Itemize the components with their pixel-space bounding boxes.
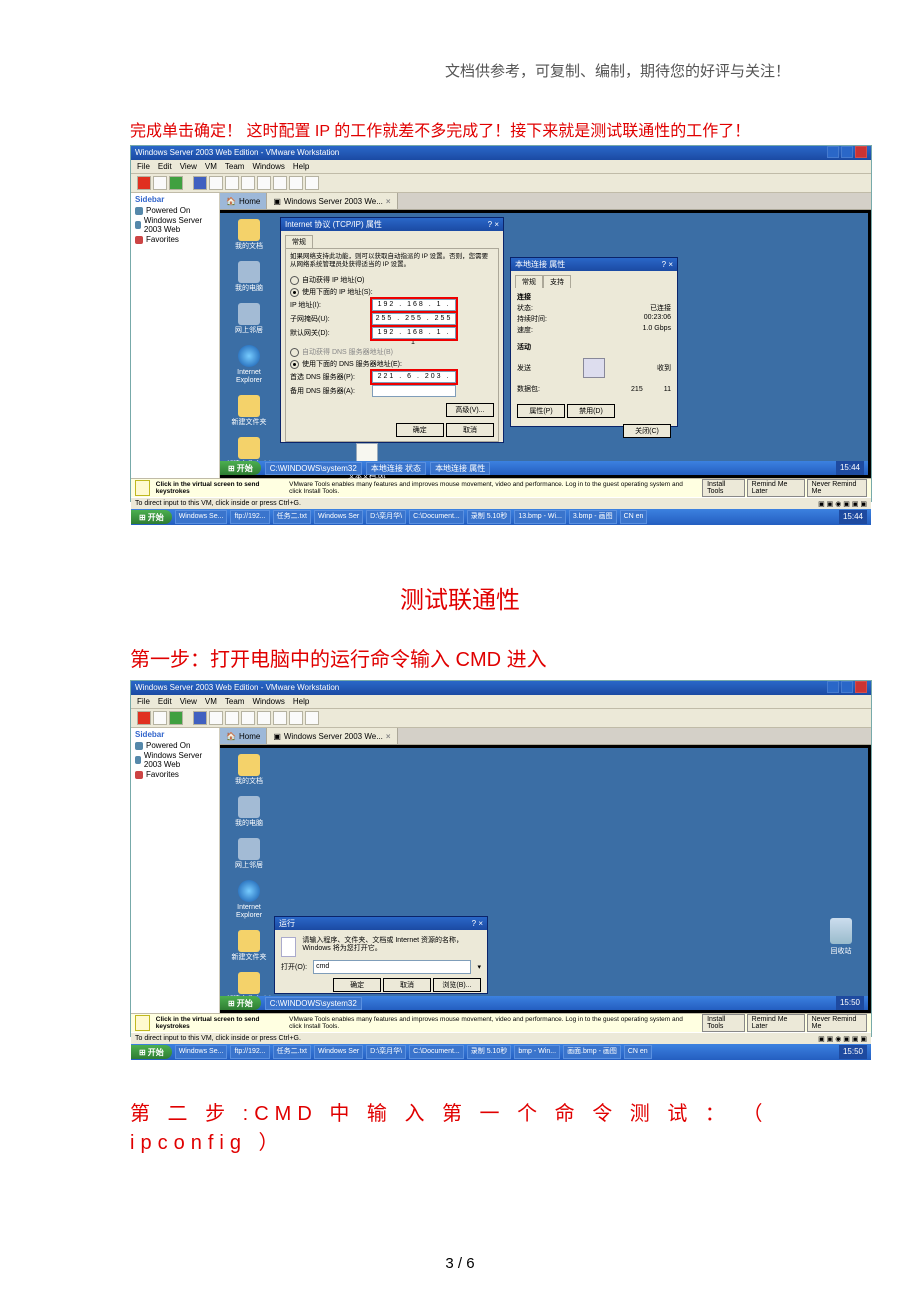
guest-desktop[interactable]: 我的文档 我的电脑 网上邻居 Internet Explorer 新建文件夹 新… xyxy=(220,210,871,478)
host-menubar[interactable]: FileEditViewVMTeamWindowsHelp xyxy=(131,160,871,174)
tab-home[interactable]: 🏠Home xyxy=(220,193,267,209)
guest-systray[interactable]: 15:44 xyxy=(836,461,864,475)
gateway-field[interactable]: 192 . 168 . 1 . 1 xyxy=(372,327,456,339)
advanced-button[interactable]: 高级(V)... xyxy=(446,403,494,417)
windows-logo-icon: ⊞ xyxy=(228,464,235,473)
step2-heading: 第 二 步 :CMD 中 输 入 第 一 个 命 令 测 试 ： （ ipcon… xyxy=(130,1097,790,1155)
section-title: 测试联通性 xyxy=(130,580,790,615)
recycle-bin-icon[interactable]: 回收站 xyxy=(830,918,852,956)
windows-logo-icon: ⊞ xyxy=(139,513,146,522)
host-statusbar: To direct input to this VM, click inside… xyxy=(131,497,871,509)
radio-auto-ip[interactable]: 自动获得 IP 地址(O) xyxy=(290,275,494,285)
dns2-field[interactable] xyxy=(372,385,456,397)
outer-start-button[interactable]: ⊞开始 xyxy=(131,510,172,524)
tab-vm[interactable]: ▣Windows Server 2003 We...× xyxy=(267,193,397,209)
sidebar-favorites[interactable]: Favorites xyxy=(135,235,215,244)
vm-icon: ▣ xyxy=(273,197,281,206)
connection-status-dialog: 本地连接 属性? × 常规 支持 连接 状态:已连接 持续时间:00:23:06… xyxy=(510,257,678,427)
page-number: 3 / 6 xyxy=(130,1255,790,1272)
screenshot-run-cmd: Windows Server 2003 Web Edition - VMware… xyxy=(130,680,872,1037)
run-ok-button[interactable]: 确定 xyxy=(333,978,381,992)
network-places-icon[interactable]: 网上邻居 xyxy=(226,303,272,335)
never-remind-button[interactable]: Never Remind Me xyxy=(807,479,867,497)
outer-taskbar: ⊞开始 Windows Se... ftp://192... 任务二.txt W… xyxy=(131,509,871,525)
dropdown-icon[interactable]: ▾ xyxy=(477,963,481,971)
host-max-button[interactable] xyxy=(841,146,853,158)
run-input[interactable]: cmd xyxy=(313,960,471,974)
radio-use-ip[interactable]: 使用下面的 IP 地址(S): xyxy=(290,287,494,297)
ie-icon[interactable]: Internet Explorer xyxy=(226,345,272,385)
guest-start-button[interactable]: ⊞开始 xyxy=(220,996,261,1010)
home-icon: 🏠 xyxy=(226,197,236,206)
close-icon[interactable]: × xyxy=(386,197,391,206)
run-browse-button[interactable]: 浏览(B)... xyxy=(433,978,481,992)
install-tools-button[interactable]: Install Tools xyxy=(702,479,745,497)
vmware-titlebar: Windows Server 2003 Web Edition - VMware… xyxy=(131,146,871,160)
vmware-hint-bar: Click in the virtual screen to send keys… xyxy=(131,478,871,497)
guest-taskbar: ⊞开始 C:\WINDOWS\system32 本地连接 状态 本地连接 属性 … xyxy=(220,461,868,475)
doc-header: 文档供参考，可复制、编制，期待您的好评与关注！ xyxy=(130,60,790,81)
vm-tabrow: 🏠Home ▣Windows Server 2003 We...× xyxy=(220,193,871,210)
taskbar-item[interactable]: 本地连接 属性 xyxy=(430,462,490,475)
close-icon[interactable]: ? × xyxy=(662,259,673,270)
host-menubar[interactable]: FileEditViewVMTeamWindowsHelp xyxy=(131,695,871,709)
new-folder-icon[interactable]: 新建文件夹 xyxy=(226,395,272,427)
vmware-sidebar: Sidebar Powered On Windows Server 2003 W… xyxy=(131,193,220,478)
ip-field[interactable]: 192 . 168 . 1 . 23 xyxy=(372,299,456,311)
taskbar-item[interactable]: C:\WINDOWS\system32 xyxy=(265,462,362,475)
radio-use-dns[interactable]: 使用下面的 DNS 服务器地址(E): xyxy=(290,359,494,369)
remind-later-button[interactable]: Remind Me Later xyxy=(747,479,805,497)
my-computer-icon[interactable]: 我的电脑 xyxy=(226,261,272,293)
guest-start-button[interactable]: ⊞开始 xyxy=(220,461,261,475)
tab-general[interactable]: 常规 xyxy=(285,235,313,248)
run-icon xyxy=(281,937,296,957)
run-cancel-button[interactable]: 取消 xyxy=(383,978,431,992)
screenshot-tcpip: Windows Server 2003 Web Edition - VMware… xyxy=(130,145,872,502)
disable-button[interactable]: 禁用(D) xyxy=(567,404,615,418)
guest-desktop[interactable]: 我的文档 我的电脑 网上邻居 Internet Explorer 新建文件夹 新… xyxy=(220,745,871,1013)
run-dialog: 运行? × 请输入程序、文件夹、文档或 Internet 资源的名称，Windo… xyxy=(274,916,488,994)
dns1-field[interactable]: 221 . 6 . 203 . 80 xyxy=(372,371,456,383)
tcpip-dialog: Internet 协议 (TCP/IP) 属性? × 常规 如果网络支持此功能，… xyxy=(280,217,504,443)
host-close-button[interactable] xyxy=(855,146,867,158)
tab-status-support[interactable]: 支持 xyxy=(543,275,571,288)
computer-icon xyxy=(583,358,605,378)
my-documents-icon[interactable]: 我的文档 xyxy=(226,219,272,251)
completion-line: 完成单击确定！ 这时配置 IP 的工作就差不多完成了！接下来就是测试联通性的工作… xyxy=(130,117,790,141)
radio-auto-dns: 自动获得 DNS 服务器地址(B) xyxy=(290,347,494,357)
outer-systray[interactable]: 15:44 xyxy=(839,510,867,524)
mask-field[interactable]: 255 . 255 . 255 . 0 xyxy=(372,313,456,325)
step1-heading: 第一步：打开电脑中的运行命令输入 CMD 进入 xyxy=(130,643,790,672)
host-min-button[interactable] xyxy=(827,146,839,158)
tab-status-general[interactable]: 常规 xyxy=(515,275,543,288)
hint-icon xyxy=(135,480,150,496)
cancel-button[interactable]: 取消 xyxy=(446,423,494,437)
close-button[interactable]: 关闭(C) xyxy=(623,424,671,438)
close-icon[interactable]: ? × xyxy=(472,918,483,929)
host-toolbar[interactable] xyxy=(131,174,871,193)
host-tray-icons: ▣ ▣ ◉ ▣ ▣ ▣ xyxy=(818,500,867,508)
ok-button[interactable]: 确定 xyxy=(396,423,444,437)
properties-button[interactable]: 属性(P) xyxy=(517,404,565,418)
dialog-help-icon[interactable]: ? × xyxy=(488,219,499,230)
sidebar-vm-item[interactable]: Windows Server 2003 Web xyxy=(135,216,215,234)
sidebar-powered-on[interactable]: Powered On xyxy=(135,206,215,215)
taskbar-item[interactable]: 本地连接 状态 xyxy=(366,462,426,475)
